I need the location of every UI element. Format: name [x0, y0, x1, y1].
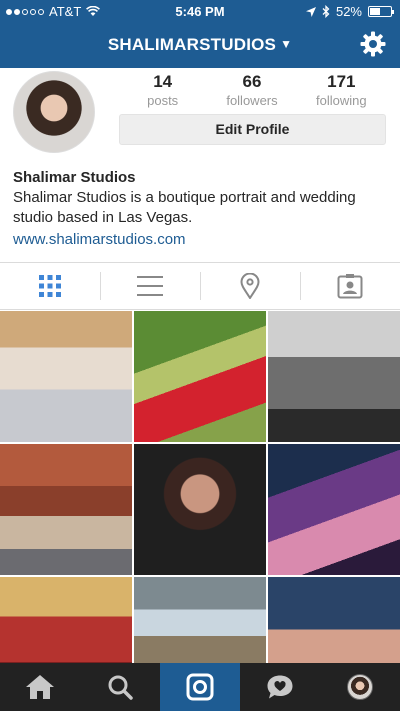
tab-list[interactable] [100, 263, 200, 309]
profile-view-tabs [0, 262, 400, 310]
photo-thumbnail[interactable] [0, 444, 132, 575]
photo-thumbnail[interactable] [268, 444, 400, 575]
bluetooth-icon [322, 5, 330, 18]
tab-grid[interactable] [0, 263, 100, 309]
followers-label: followers [226, 93, 278, 108]
tab-activity[interactable] [240, 663, 320, 711]
website-link[interactable]: www.shalimarstudios.com [13, 230, 393, 250]
tagged-photos-icon [337, 274, 363, 299]
profile-avatar[interactable] [13, 71, 95, 153]
profile-stats: 14 posts 66 followers 171 following [118, 72, 386, 108]
photo-thumbnail[interactable] [0, 577, 132, 663]
location-pin-icon [240, 273, 260, 299]
followers-count: 66 [242, 72, 262, 91]
list-icon [137, 276, 163, 296]
profile-bio: Shalimar Studios Shalimar Studios is a b… [13, 168, 393, 250]
tab-camera[interactable] [160, 663, 240, 711]
bio-description: Shalimar Studios is a boutique portrait … [13, 189, 356, 226]
battery-icon [368, 6, 394, 17]
location-arrow-icon [305, 6, 316, 17]
edit-profile-button[interactable]: Edit Profile [119, 114, 386, 145]
status-right: 52% [305, 4, 394, 19]
photo-thumbnail[interactable] [268, 577, 400, 663]
photo-thumbnail[interactable] [134, 444, 266, 575]
photo-thumbnail[interactable] [0, 311, 132, 442]
username-title: SHALIMARSTUDIOS [107, 35, 277, 54]
tab-search[interactable] [80, 663, 160, 711]
account-switcher[interactable]: SHALIMARSTUDIOS ▼ [0, 35, 400, 55]
gear-icon[interactable] [360, 31, 386, 57]
profile-avatar-icon [347, 674, 373, 700]
camera-icon [186, 673, 214, 701]
profile-nav: SHALIMARSTUDIOS ▼ [0, 22, 400, 68]
tab-tagged[interactable] [300, 263, 400, 309]
posts-count: 14 [153, 72, 173, 91]
tab-home[interactable] [0, 663, 80, 711]
photo-grid [0, 311, 400, 663]
home-icon [26, 675, 54, 699]
chevron-down-icon: ▼ [280, 37, 293, 51]
bottom-tab-bar [0, 663, 400, 711]
battery-percent: 52% [335, 4, 362, 19]
top-bar: AT&T 5:46 PM 52% SHALIMARSTUDIOS ▼ [0, 0, 400, 68]
grid-icon [39, 275, 61, 297]
tab-profile[interactable] [320, 663, 400, 711]
status-bar: AT&T 5:46 PM 52% [0, 0, 400, 22]
following-count: 171 [327, 72, 356, 91]
photo-thumbnail[interactable] [134, 311, 266, 442]
following-label: following [316, 93, 367, 108]
following-stat[interactable]: 171 following [301, 72, 381, 108]
activity-heart-icon [267, 675, 293, 699]
posts-stat[interactable]: 14 posts [123, 72, 203, 108]
tab-locations[interactable] [200, 263, 300, 309]
profile-name: Shalimar Studios [13, 169, 136, 186]
photo-thumbnail[interactable] [268, 311, 400, 442]
search-icon [108, 675, 133, 700]
posts-label: posts [147, 93, 179, 108]
followers-stat[interactable]: 66 followers [212, 72, 292, 108]
photo-thumbnail[interactable] [134, 577, 266, 663]
